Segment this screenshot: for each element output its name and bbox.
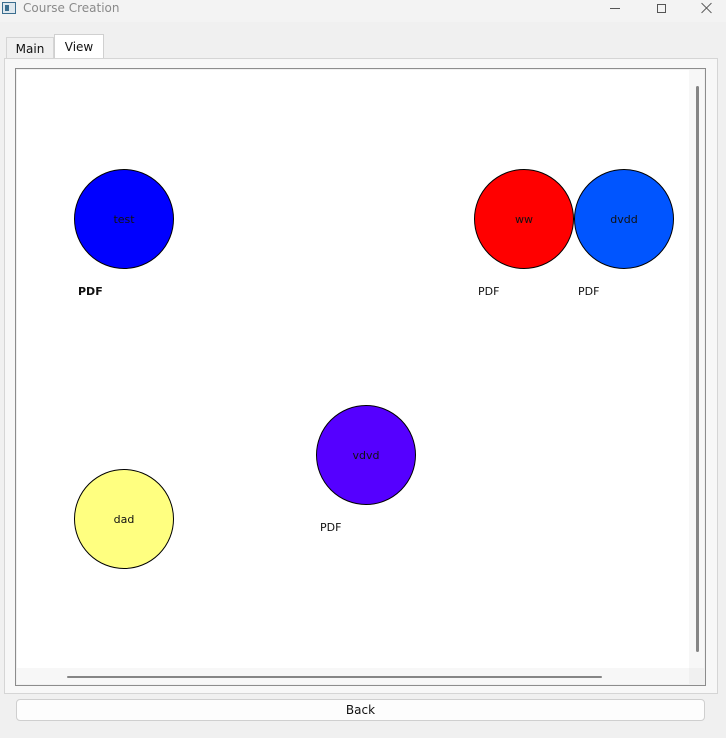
minimize-button[interactable] <box>592 0 638 16</box>
horizontal-scrollbar-thumb[interactable] <box>67 676 602 678</box>
node-label: vdvd <box>352 448 380 462</box>
course-node-ww[interactable]: ww <box>474 169 574 269</box>
node-label: dad <box>113 512 135 526</box>
back-button[interactable]: Back <box>16 699 705 721</box>
minimize-icon <box>610 7 620 9</box>
pdf-label-ww[interactable]: PDF <box>478 285 499 298</box>
course-node-dad[interactable]: dad <box>74 469 174 569</box>
scroll-corner <box>689 668 704 684</box>
title-bar: Course Creation <box>0 0 726 22</box>
node-label: ww <box>515 212 533 226</box>
graph-edges <box>524 218 624 220</box>
course-node-dvdd[interactable]: dvdd <box>574 169 674 269</box>
maximize-icon <box>656 3 666 13</box>
tab-main[interactable]: Main <box>6 37 54 58</box>
pdf-label-test[interactable]: PDF <box>78 285 103 298</box>
pdf-label-dvdd[interactable]: PDF <box>578 285 599 298</box>
course-node-vdvd[interactable]: vdvd <box>316 405 416 505</box>
graph-canvas: test PDF ww PDF dvdd PDF vdvd PDF dad <box>17 70 689 668</box>
vertical-scrollbar-thumb[interactable] <box>696 86 699 652</box>
node-label: test <box>113 212 135 226</box>
close-button[interactable] <box>684 0 726 16</box>
pdf-label-vdvd[interactable]: PDF <box>320 521 341 534</box>
course-creation-window: Course Creation Main View test PDF ww PD… <box>0 0 726 738</box>
course-node-test[interactable]: test <box>74 169 174 269</box>
window-title: Course Creation <box>23 1 120 15</box>
close-icon <box>701 2 713 14</box>
node-label: dvdd <box>610 212 638 226</box>
maximize-button[interactable] <box>638 0 684 16</box>
app-icon <box>2 2 16 14</box>
tab-view[interactable]: View <box>54 34 104 59</box>
